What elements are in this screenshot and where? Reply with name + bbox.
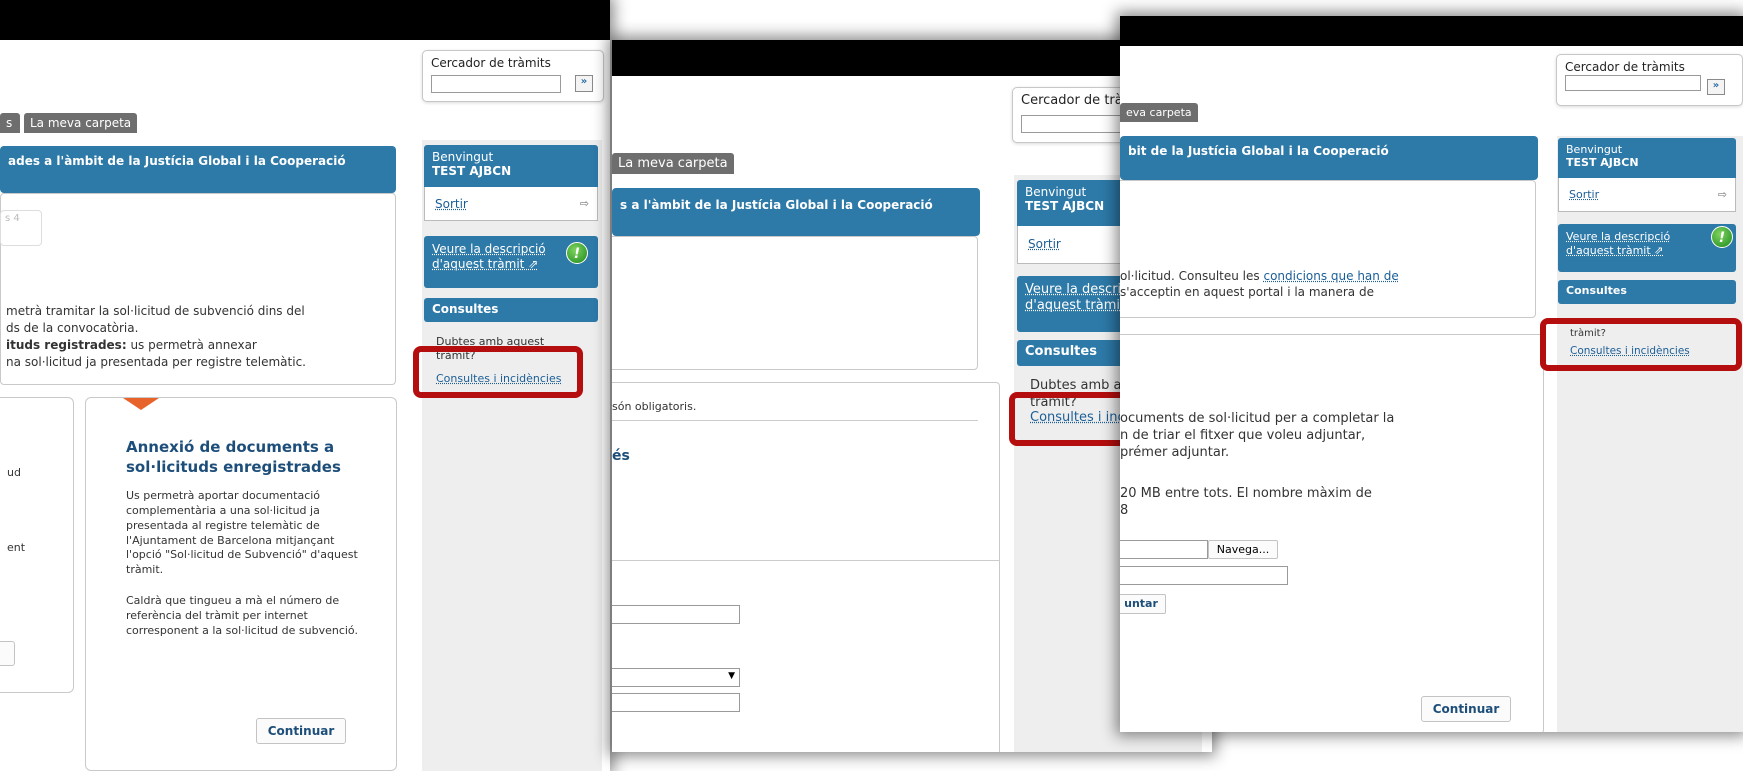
search-label: Cercador de tràmits [1565,60,1685,74]
upload-line-1: ocuments de sol·licitud per a completar … [1120,411,1395,426]
file-path-input[interactable] [1120,540,1208,559]
left-card-button[interactable] [0,641,15,666]
divider [612,420,978,421]
limit-line-1: 20 MB entre tots. El nombre màxim de [1120,486,1372,501]
tab-la-meva-carpeta[interactable]: La meva carpeta [612,153,734,174]
tab-previous[interactable]: s [0,113,20,133]
intro-line-2: ds de la convocatòria. [6,321,139,335]
annex-continue-button[interactable]: Continuar [256,718,346,744]
screenshot-1: Cercador de tràmits » s La meva carpeta … [0,0,610,771]
logout-arrow-icon[interactable]: ⇨ [1718,188,1727,201]
screenshot-3: Cercador de tràmits » eva carpeta bit de… [1120,16,1743,732]
annex-option-card: Annexió de documents a sol·licituds enre… [85,397,397,771]
procedure-title: s a l'àmbit de la Justícia Global i la C… [620,198,933,212]
welcome-box: Benvingut TEST AJBCN [424,145,598,187]
limit-line-2: 8 [1120,503,1129,518]
logout-arrow-icon[interactable]: ⇨ [580,197,589,210]
consultes-header: Consultes [1558,280,1736,304]
welcome-label: Benvingut [1566,143,1623,156]
welcome-label: Benvingut [1025,185,1087,199]
procedure-title: ades a l'àmbit de la Justícia Global i l… [8,154,346,168]
logout-link[interactable]: Sortir [1569,188,1599,201]
intro-text: ol·licitud. Consulteu les [1120,269,1264,283]
consultes-header: Consultes [424,298,598,322]
description-line-1: Veure la descripció [1566,230,1671,243]
continue-button[interactable]: Continuar [1421,696,1511,722]
procedure-title-bar: s a l'àmbit de la Justícia Global i la C… [612,188,980,236]
intro-line-1: ol·licitud. Consulteu les condicions que… [1120,268,1399,284]
annex-card-para-2: Caldrà que tingueu a mà el número de ref… [126,594,358,637]
procedure-description-link[interactable]: Veure la descripció d'aquest tràmit ⇗ [1558,224,1736,272]
upload-line-3: prémer adjuntar. [1120,445,1230,460]
intro-panel [612,236,978,370]
upload-line-2: n de triar el fitxer que voleu adjuntar, [1120,428,1366,443]
conditions-link[interactable]: condicions que han de [1263,269,1398,283]
exclamation-icon: ! [1711,226,1733,248]
exclamation-icon: ! [566,242,588,264]
top-bar [0,0,610,40]
search-box: Cercador de tràmits » [1556,54,1743,106]
logout-link[interactable]: Sortir [1028,237,1061,251]
form-input-2[interactable] [612,693,740,712]
search-input[interactable] [431,75,561,93]
highlight-box [1540,318,1742,371]
left-card-fragment-1: ud [7,466,21,479]
procedure-title-bar: ades a l'àmbit de la Justícia Global i l… [0,146,396,193]
user-name: TEST AJBCN [1566,156,1639,170]
chevron-down-icon: ▼ [728,671,735,681]
annex-card-body: Annexió de documents a sol·licituds enre… [126,438,366,639]
search-box: Cercador de tràmits » [422,50,604,102]
logout-link[interactable]: Sortir [435,197,468,211]
intro-bold: ituds registrades: [6,338,127,352]
step-pager: s 4 [0,210,42,246]
search-go-button[interactable]: » [575,75,593,92]
divider [612,560,1000,561]
search-input[interactable] [1565,75,1701,91]
step-pager-label: s 4 [5,213,20,224]
external-link-icon: ⇗ [528,257,539,271]
required-note: són obligatoris. [612,400,697,413]
procedure-title-bar: bit de la Justícia Global i la Cooperaci… [1120,136,1538,180]
logout-row: Sortir ⇨ [424,187,598,221]
highlight-box [413,346,583,398]
welcome-box: Benvingut TEST AJBCN [1558,138,1736,178]
welcome-label: Benvingut [432,150,494,164]
intro-line-1: metrà tramitar la sol·licitud de subvenc… [6,304,305,318]
left-card-fragment-2: ent [7,541,26,554]
tab-la-meva-carpeta[interactable]: La meva carpeta [24,113,138,133]
intro-line-3: ituds registrades: us permetrà annexar [6,337,257,353]
description-line-2: d'aquest tràmit ⇗ [432,257,539,271]
procedure-title: bit de la Justícia Global i la Cooperaci… [1128,144,1389,158]
left-option-card: ud ent [0,397,74,693]
browse-button[interactable]: Navega... [1208,540,1278,559]
intro-bold-rest: us permetrà annexar [126,338,257,352]
annex-card-title: Annexió de documents a sol·licituds enre… [126,438,341,476]
attach-button[interactable]: untar [1120,594,1166,614]
form-select[interactable]: ▼ [612,668,740,687]
upload-panel [1120,334,1544,732]
user-name: TEST AJBCN [432,164,512,179]
tab-la-meva-carpeta[interactable]: eva carpeta [1120,103,1198,122]
sidebar-panel [422,140,602,771]
annex-card-para-1: Us permetrà aportar documentació complem… [126,489,358,577]
external-link-icon: ⇗ [1654,243,1664,257]
description-line-2: d'aquest tràmit ⇗ [1566,243,1664,257]
logout-row: Sortir ⇨ [1558,178,1736,212]
section-heading: és [612,448,630,464]
intro-line-4: na sol·licitud ja presentada per registr… [6,355,306,369]
top-bar [1120,16,1743,46]
file-description-input[interactable] [1120,566,1288,585]
intro-line-2: s'acceptin en aquest portal i la manera … [1120,285,1374,299]
search-go-button[interactable]: » [1707,79,1725,95]
search-label: Cercador de tràmits [431,56,551,70]
form-input-1[interactable] [612,605,740,624]
orange-flag-icon [123,398,159,410]
